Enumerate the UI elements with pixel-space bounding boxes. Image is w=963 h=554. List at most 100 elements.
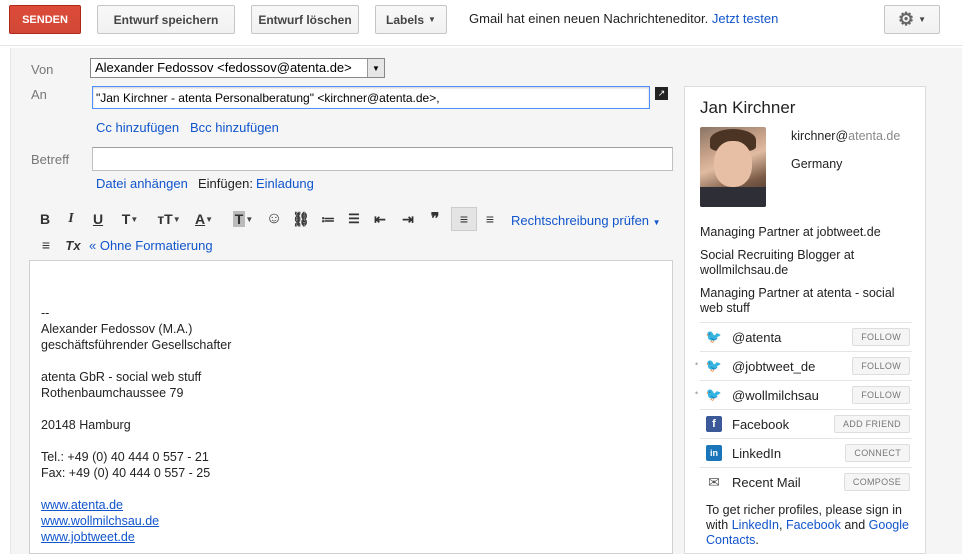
- email-domain: atenta.de: [848, 129, 901, 143]
- contact-name: Jan Kirchner: [700, 98, 796, 117]
- new-editor-notice: Gmail hat einen neuen Nachrichteneditor.…: [469, 11, 778, 26]
- to-input[interactable]: "Jan Kirchner - atenta Personalberatung"…: [92, 86, 650, 109]
- add-bcc-link[interactable]: Bcc hinzufügen: [190, 120, 279, 135]
- body-line: atenta GbR - social web stuff: [41, 370, 202, 384]
- insert-invitation-link[interactable]: Einladung: [256, 176, 314, 191]
- labels-button[interactable]: Labels ▼: [375, 5, 447, 34]
- font-size-icon: тT: [157, 211, 173, 227]
- font-size-button[interactable]: тT ▼: [154, 207, 184, 231]
- contact-info: Managing Partner at atenta - social web …: [700, 286, 895, 315]
- plain-text-link[interactable]: « Ohne Formatierung: [89, 238, 213, 253]
- send-button[interactable]: SENDEN: [9, 5, 81, 34]
- from-label: Von: [31, 62, 54, 77]
- signin-and: and: [844, 518, 866, 532]
- social-name[interactable]: @jobtweet_de: [732, 359, 852, 374]
- text-color-icon: A: [194, 211, 206, 227]
- highlight-icon: T: [232, 211, 246, 227]
- body-line: Tel.: +49 (0) 40 444 0 557 - 21: [41, 450, 209, 464]
- highlight-button[interactable]: T ▼: [227, 207, 259, 231]
- delete-draft-button[interactable]: Entwurf löschen: [251, 5, 359, 34]
- numbered-list-button[interactable]: ≔: [318, 207, 338, 231]
- body-line: Alexander Fedossov (M.A.): [41, 322, 193, 336]
- spellcheck-link[interactable]: Rechtschreibung prüfen ▼: [511, 213, 661, 228]
- add-friend-button[interactable]: ADD FRIEND: [833, 415, 910, 433]
- spellcheck-label: Rechtschreibung prüfen: [511, 213, 650, 228]
- try-now-link[interactable]: Jetzt testen: [712, 11, 778, 26]
- follow-button[interactable]: FOLLOW: [852, 386, 910, 404]
- subject-input[interactable]: [92, 147, 673, 171]
- top-toolbar: SENDEN Entwurf speichern Entwurf löschen…: [0, 0, 963, 46]
- message-body-editor[interactable]: -- Alexander Fedossov (M.A.) geschäftsfü…: [29, 260, 673, 554]
- social-name[interactable]: Recent Mail: [732, 475, 844, 490]
- body-line: [41, 481, 661, 497]
- linkedin-signin-link[interactable]: LinkedIn: [732, 518, 779, 532]
- chevron-down-icon: ▼: [918, 15, 927, 24]
- contact-info: Managing Partner at jobtweet.de: [700, 225, 881, 239]
- separator-dot: •: [695, 359, 699, 369]
- wollmilchsau-link[interactable]: www.wollmilchsau.de: [41, 514, 159, 528]
- align-right-button[interactable]: ≡: [36, 233, 56, 257]
- social-row-twitter-atenta: 🐦 @atenta FOLLOW: [700, 322, 912, 351]
- social-name[interactable]: LinkedIn: [732, 446, 845, 461]
- chevron-down-icon[interactable]: ▼: [367, 59, 384, 77]
- mail-icon: ✉: [708, 473, 720, 490]
- contact-email[interactable]: kirchner@atenta.de: [791, 129, 900, 143]
- social-name[interactable]: Facebook: [732, 417, 834, 432]
- separator-dot: •: [695, 388, 699, 398]
- save-draft-button[interactable]: Entwurf speichern: [97, 5, 235, 34]
- bullet-list-button[interactable]: ☰: [344, 207, 364, 231]
- align-center-button[interactable]: ≡: [480, 207, 500, 231]
- follow-button[interactable]: FOLLOW: [852, 357, 910, 375]
- font-button[interactable]: T ▼: [116, 207, 144, 231]
- social-row-twitter-jobtweet: 🐦 @jobtweet_de FOLLOW: [700, 351, 912, 380]
- email-user: kirchner@: [791, 129, 849, 143]
- twitter-icon: 🐦: [705, 387, 723, 402]
- add-cc-link[interactable]: Cc hinzufügen: [96, 120, 179, 135]
- align-left-button[interactable]: ≡: [451, 207, 477, 231]
- body-line: geschäftsführender Gesellschafter: [41, 338, 232, 352]
- subject-label: Betreff: [31, 152, 70, 167]
- body-line: [41, 401, 661, 417]
- facebook-signin-link[interactable]: Facebook: [786, 518, 841, 532]
- insert-label: Einfügen:: [198, 176, 253, 191]
- avatar: [700, 127, 766, 207]
- social-name[interactable]: @atenta: [732, 330, 852, 345]
- bold-button[interactable]: B: [36, 207, 54, 231]
- quote-button[interactable]: ❞: [425, 207, 445, 231]
- follow-button[interactable]: FOLLOW: [852, 328, 910, 346]
- chevron-down-icon: ▼: [652, 218, 661, 227]
- signin-prompt: To get richer profiles, please sign in w…: [706, 503, 909, 547]
- body-line: --: [41, 306, 50, 320]
- twitter-icon: 🐦: [705, 358, 723, 373]
- emoji-button[interactable]: ☺: [264, 207, 284, 231]
- contact-country: Germany: [791, 157, 843, 171]
- contact-card: Jan Kirchner kirchner@atenta.de Germany …: [684, 86, 926, 554]
- popout-icon[interactable]: ↗: [655, 87, 668, 100]
- atenta-link[interactable]: www.atenta.de: [41, 498, 123, 512]
- labels-label: Labels: [386, 12, 425, 27]
- linkedin-icon: in: [706, 445, 722, 461]
- social-row-linkedin: in LinkedIn CONNECT: [700, 438, 912, 467]
- clear-formatting-button[interactable]: Tx: [62, 233, 84, 257]
- connect-button[interactable]: CONNECT: [845, 444, 910, 462]
- link-button[interactable]: ⛓: [290, 207, 312, 231]
- compose-button[interactable]: COMPOSE: [843, 473, 910, 491]
- social-row-facebook: f Facebook ADD FRIEND: [700, 409, 912, 438]
- text-color-button[interactable]: A ▼: [190, 207, 218, 231]
- attach-file-link[interactable]: Datei anhängen: [96, 176, 188, 191]
- italic-button[interactable]: I: [62, 207, 80, 231]
- underline-button[interactable]: U: [89, 207, 107, 231]
- facebook-icon: f: [706, 416, 722, 432]
- chevron-down-icon: ▼: [172, 214, 181, 224]
- to-label: An: [31, 87, 47, 102]
- jobtweet-link[interactable]: www.jobtweet.de: [41, 530, 135, 544]
- social-name[interactable]: @wollmilchsau: [732, 388, 852, 403]
- indent-less-button[interactable]: ⇤: [370, 207, 390, 231]
- font-icon: T: [121, 211, 131, 227]
- from-select[interactable]: Alexander Fedossov <fedossov@atenta.de> …: [90, 58, 385, 78]
- settings-button[interactable]: ⚙ ▼: [884, 5, 940, 34]
- notice-text: Gmail hat einen neuen Nachrichteneditor.: [469, 11, 709, 26]
- indent-more-button[interactable]: ⇥: [398, 207, 418, 231]
- body-line: Fax: +49 (0) 40 444 0 557 - 25: [41, 466, 211, 480]
- from-value: Alexander Fedossov <fedossov@atenta.de>: [95, 60, 352, 75]
